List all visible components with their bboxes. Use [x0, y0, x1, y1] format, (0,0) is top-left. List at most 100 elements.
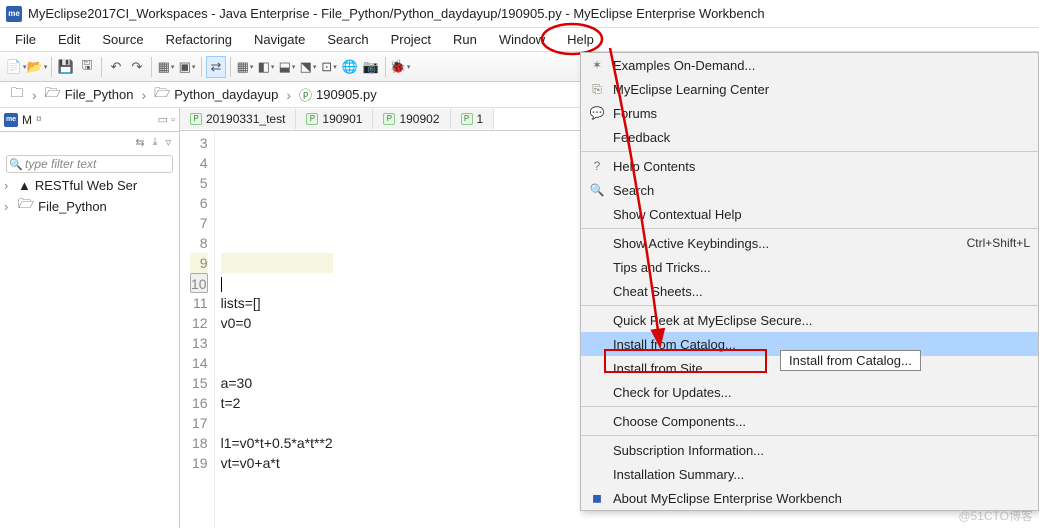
dropdown-item[interactable]: 💬Forums: [581, 101, 1038, 125]
globe-icon[interactable]: 🌐: [340, 56, 360, 78]
debug-icon[interactable]: 🐞: [390, 56, 410, 78]
dropdown-item[interactable]: Feedback: [581, 125, 1038, 149]
window-title-bar: me MyEclipse2017CI_Workspaces - Java Ent…: [0, 0, 1039, 28]
dropdown-item-label: Help Contents: [607, 159, 1030, 174]
tool3-icon[interactable]: ⊡: [319, 56, 339, 78]
tool1-icon[interactable]: ⬓: [277, 56, 297, 78]
undo-icon[interactable]: ↶: [106, 56, 126, 78]
menu-help[interactable]: Help: [556, 30, 605, 49]
dropdown-item[interactable]: Show Contextual Help: [581, 202, 1038, 226]
editor-tab-3[interactable]: P190902: [373, 109, 450, 129]
search-icon: 🔍: [9, 158, 23, 171]
me-icon: ◼: [587, 491, 607, 505]
dropdown-item[interactable]: ⎘MyEclipse Learning Center: [581, 77, 1038, 101]
tree-item-label: RESTful Web Ser: [35, 178, 137, 193]
menu-refactoring[interactable]: Refactoring: [155, 30, 243, 49]
redo-icon[interactable]: ↷: [127, 56, 147, 78]
tool2-icon[interactable]: ⬔: [298, 56, 318, 78]
dropdown-item[interactable]: Choose Components...: [581, 409, 1038, 433]
dropdown-item-label: Installation Summary...: [607, 467, 1030, 482]
dropdown-item-label: Forums: [607, 106, 1030, 121]
dropdown-item-label: Cheat Sheets...: [607, 284, 1030, 299]
tab-overflow-icon[interactable]: ¤: [36, 114, 42, 125]
editor-tab-label: 190901: [322, 112, 362, 126]
chat-icon: 💬: [587, 106, 607, 120]
dropdown-item[interactable]: Subscription Information...: [581, 438, 1038, 462]
project-icon: 🗁: [18, 195, 34, 217]
breadcrumb-file-label: 190905.py: [316, 87, 377, 102]
python-file-icon: P: [383, 113, 395, 125]
window-title: MyEclipse2017CI_Workspaces - Java Enterp…: [28, 6, 765, 21]
python-file-icon: ⓟ: [299, 85, 312, 104]
grid-icon[interactable]: ▦: [235, 56, 255, 78]
help-dropdown-menu: ✶Examples On-Demand...⎘MyEclipse Learnin…: [580, 52, 1039, 511]
open-button[interactable]: 📂: [27, 56, 47, 78]
home-icon[interactable]: 🗀: [10, 88, 24, 102]
menu-file[interactable]: File: [4, 30, 47, 49]
dropdown-item[interactable]: Installation Summary...: [581, 462, 1038, 486]
menu-edit[interactable]: Edit: [47, 30, 91, 49]
filter-input[interactable]: 🔍 type filter text: [6, 155, 173, 173]
dropdown-item[interactable]: ✶Examples On-Demand...: [581, 53, 1038, 77]
editor-tab-label: 20190331_test: [206, 112, 285, 126]
menu-search[interactable]: Search: [316, 30, 379, 49]
link-editor-icon[interactable]: ⤓: [153, 136, 158, 149]
new-button[interactable]: 📄: [6, 56, 26, 78]
save-all-button[interactable]: 🖫: [77, 56, 97, 78]
dropdown-item-label: Quick Peek at MyEclipse Secure...: [607, 313, 1030, 328]
package-icon[interactable]: ▣: [177, 56, 197, 78]
dropdown-item[interactable]: Cheat Sheets...: [581, 279, 1038, 303]
dropdown-item[interactable]: Quick Peek at MyEclipse Secure...: [581, 308, 1038, 332]
tree-item-filepython[interactable]: ›🗁 File_Python: [4, 194, 175, 218]
breadcrumb-project-label: File_Python: [65, 87, 134, 102]
link-icon[interactable]: ⇄: [206, 56, 226, 78]
menu-project[interactable]: Project: [380, 30, 442, 49]
editor-tab-4[interactable]: P1: [451, 109, 495, 129]
dropdown-item-label: Show Contextual Help: [607, 207, 1030, 222]
dropdown-item-accel: Ctrl+Shift+L: [967, 236, 1030, 250]
tree-item-label: File_Python: [38, 199, 107, 214]
dropdown-item-label: MyEclipse Learning Center: [607, 82, 1030, 97]
menu-source[interactable]: Source: [91, 30, 154, 49]
editor-tab-1[interactable]: P 20190331_test: [180, 109, 296, 129]
editor-tab-2[interactable]: P190901: [296, 109, 373, 129]
dropdown-item[interactable]: ?Help Contents: [581, 154, 1038, 178]
dropdown-item[interactable]: Check for Updates...: [581, 380, 1038, 404]
breadcrumb-folder[interactable]: 🗁 Python_daydayup: [154, 84, 278, 106]
python-file-icon: P: [190, 113, 202, 125]
dropdown-item[interactable]: 🔍Search: [581, 178, 1038, 202]
view-menu-icon[interactable]: ▿: [165, 136, 171, 149]
collapse-icon[interactable]: ⇆: [135, 136, 144, 149]
dropdown-item[interactable]: ◼About MyEclipse Enterprise Workbench: [581, 486, 1038, 510]
module-icon[interactable]: ▦: [156, 56, 176, 78]
save-button[interactable]: 💾: [56, 56, 76, 78]
view-icon[interactable]: ◧: [256, 56, 276, 78]
tree-item-restful[interactable]: ›▲ RESTful Web Ser: [4, 177, 175, 194]
tooltip: Install from Catalog...: [780, 350, 921, 371]
breadcrumb-project[interactable]: 🗁 File_Python: [45, 84, 134, 106]
breadcrumb-file[interactable]: ⓟ 190905.py: [299, 85, 377, 104]
app-logo-small-icon: me: [4, 113, 18, 127]
line-number-gutter: 345678910111213141516171819: [180, 131, 215, 528]
folder-icon: 🗁: [45, 84, 61, 106]
dropdown-item-label: Examples On-Demand...: [607, 58, 1030, 73]
tooltip-text: Install from Catalog...: [789, 353, 912, 368]
dropdown-item-label: Tips and Tricks...: [607, 260, 1030, 275]
explorer-panel: me M ¤ ▭ ▫ ⇆ ⤓ ▿ 🔍 type filter text ›▲ R…: [0, 108, 180, 528]
dropdown-item-label: Show Active Keybindings...: [607, 236, 967, 251]
code-content[interactable]: lists=[]v0=0a=30t=2l1=v0*t+0.5*a*t**2vt=…: [215, 131, 339, 528]
explorer-tab-label[interactable]: M: [22, 113, 32, 127]
dropdown-item-label: Subscription Information...: [607, 443, 1030, 458]
dropdown-item[interactable]: Tips and Tricks...: [581, 255, 1038, 279]
folder-icon: 🗁: [154, 84, 170, 106]
dropdown-item[interactable]: Show Active Keybindings...Ctrl+Shift+L: [581, 231, 1038, 255]
menu-run[interactable]: Run: [442, 30, 488, 49]
python-file-icon: P: [461, 113, 473, 125]
minimize-icon[interactable]: ▭ ▫: [158, 113, 175, 126]
project-tree: ›▲ RESTful Web Ser ›🗁 File_Python: [0, 175, 179, 220]
app-logo-icon: me: [6, 6, 22, 22]
search-icon: 🔍: [587, 183, 607, 197]
menu-navigate[interactable]: Navigate: [243, 30, 316, 49]
star-icon: ✶: [587, 58, 607, 72]
camera-icon[interactable]: 📷: [361, 56, 381, 78]
